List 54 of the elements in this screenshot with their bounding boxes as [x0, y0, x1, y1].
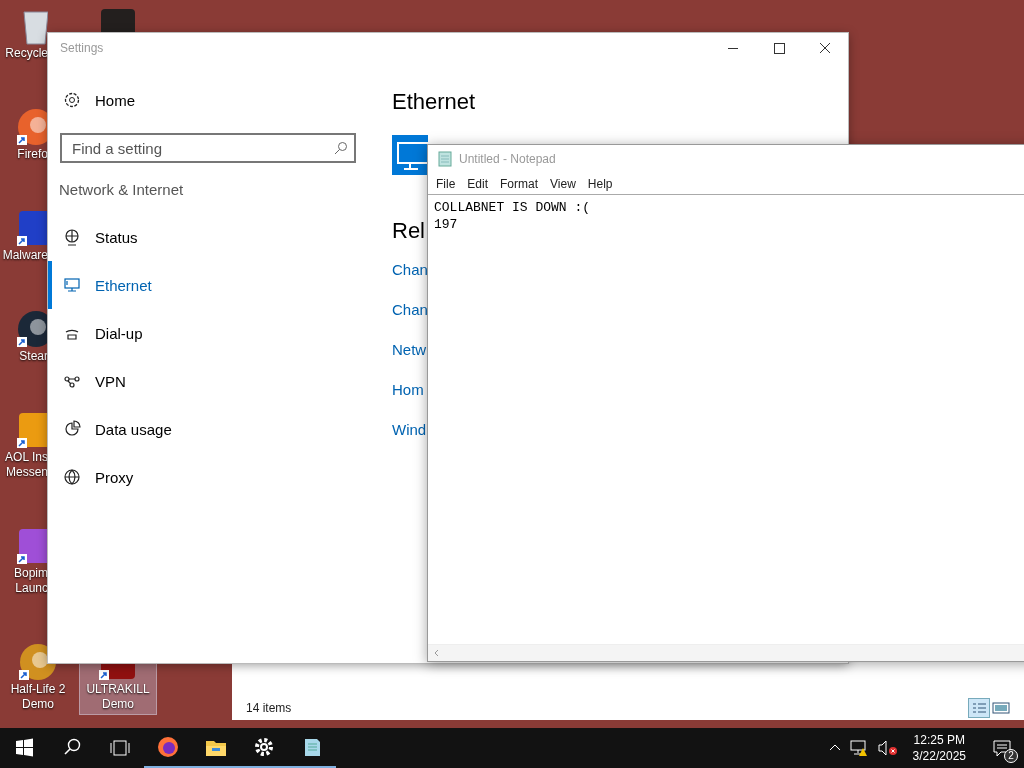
clock[interactable]: 12:25 PM 3/22/2025: [904, 732, 974, 764]
app-icon[interactable]: [16, 107, 48, 147]
globe-icon: [63, 228, 81, 246]
notifications-button[interactable]: 2: [980, 728, 1024, 768]
menu-item[interactable]: File: [430, 176, 462, 191]
firefox-icon: [156, 735, 180, 759]
related-link[interactable]: Wind: [392, 410, 427, 450]
menu-item[interactable]: View: [544, 176, 582, 191]
related-link[interactable]: Netw: [392, 330, 427, 370]
nav-item[interactable]: Ethernet: [48, 261, 392, 309]
menu-item[interactable]: Edit: [461, 176, 495, 191]
nav-item[interactable]: Dial-up: [48, 309, 392, 357]
globe-icon: [63, 468, 81, 486]
menu-item[interactable]: Format: [494, 176, 545, 191]
search-field[interactable]: Find a setting: [60, 133, 356, 163]
notepad-icon: [437, 151, 453, 167]
home-nav-item[interactable]: Home: [48, 83, 392, 117]
desktop-icon-label: Malware: [2, 248, 48, 263]
desktop-icon-label: Stear: [19, 349, 48, 364]
desktop-icon-label: AOL Ins Messen: [5, 450, 48, 480]
thumbnail-view-icon[interactable]: [992, 700, 1010, 716]
desktop-icon-label: Bopim Launc: [14, 566, 48, 596]
desktop-icon-label: ULTRAKILL Demo: [86, 682, 150, 712]
page-title: Ethernet: [392, 89, 476, 115]
app-icon[interactable]: [16, 309, 48, 349]
app-icon[interactable]: [16, 410, 48, 450]
text-line: 197: [434, 216, 459, 233]
gear-icon: [252, 735, 276, 759]
chat-icon: [992, 739, 1012, 757]
app-icon[interactable]: [16, 208, 48, 248]
monitor-icon: [63, 276, 81, 294]
section-heading: Rel: [392, 218, 425, 244]
pie-chart-icon: [63, 420, 81, 438]
volume-muted-icon[interactable]: [876, 739, 899, 757]
desktop-icon-label: Recycle: [5, 46, 48, 61]
menu-item[interactable]: Help: [581, 176, 619, 191]
window-title: Untitled - Notepad: [459, 152, 556, 166]
related-link[interactable]: Hom: [392, 370, 424, 410]
desktop-icon-label: Firefo: [17, 147, 48, 162]
nav-item[interactable]: Proxy: [48, 453, 392, 501]
search-icon: [334, 141, 348, 155]
nav-item[interactable]: VPN: [48, 357, 392, 405]
desktop-icon-label: Half-Life 2 Demo: [10, 682, 66, 712]
item-count: 14 items: [246, 701, 292, 715]
app-icon[interactable]: [16, 526, 48, 566]
nav-item[interactable]: Status: [48, 213, 392, 261]
ethernet-tile-icon[interactable]: [392, 135, 428, 175]
related-link[interactable]: Chan: [392, 290, 428, 330]
nav-item[interactable]: Data usage: [48, 405, 392, 453]
section-heading: Network & Internet: [58, 181, 185, 200]
window-title: Settings: [60, 41, 104, 55]
gear-icon: [63, 91, 81, 109]
related-link[interactable]: Chan: [392, 250, 428, 290]
text-line: COLLABNET IS DOWN :(: [434, 199, 592, 216]
